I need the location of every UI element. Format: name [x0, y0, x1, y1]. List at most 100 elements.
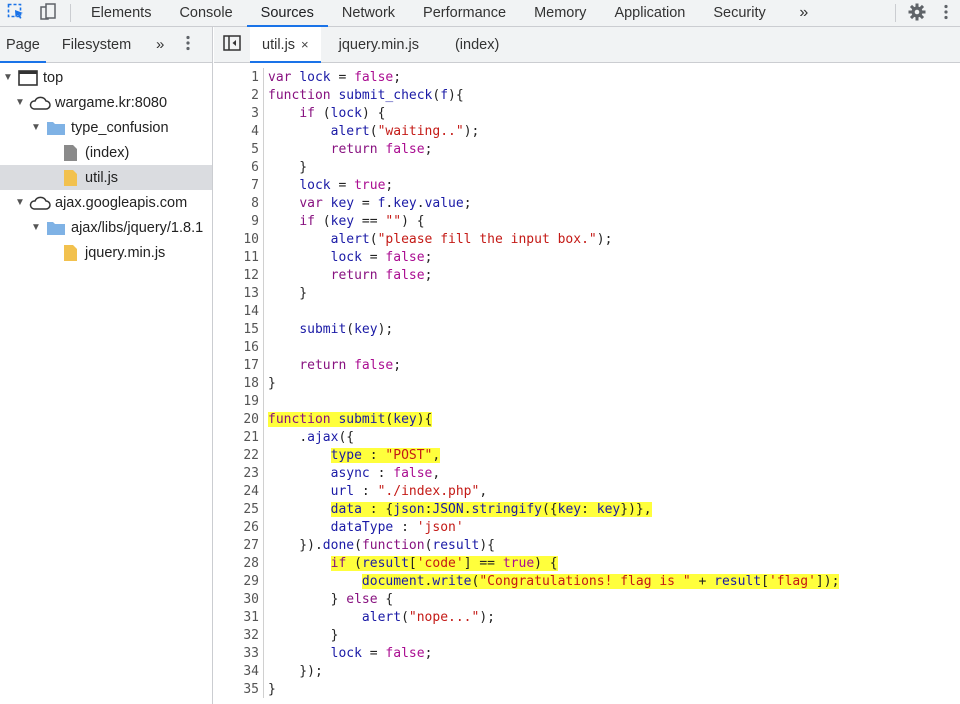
code-line[interactable]: 10 alert("please fill the input box.");: [214, 230, 960, 248]
code-line[interactable]: 25 data : {json:JSON.stringify({key: key…: [214, 500, 960, 518]
line-number[interactable]: 10: [214, 232, 263, 247]
tab-network[interactable]: Network: [328, 0, 409, 26]
code-line[interactable]: 16: [214, 338, 960, 356]
code-line[interactable]: 30 } else {: [214, 590, 960, 608]
line-number[interactable]: 27: [214, 538, 263, 553]
code-line[interactable]: 8 var key = f.key.value;: [214, 194, 960, 212]
line-number[interactable]: 34: [214, 664, 263, 679]
line-number[interactable]: 24: [214, 484, 263, 499]
code-line[interactable]: 22 type : "POST",: [214, 446, 960, 464]
line-number[interactable]: 19: [214, 394, 263, 409]
tab-filesystem[interactable]: Filesystem: [56, 27, 137, 62]
tab-console[interactable]: Console: [165, 0, 246, 26]
expand-arrow-icon[interactable]: ▼: [14, 97, 26, 108]
more-tabs-button[interactable]: »: [786, 0, 822, 26]
line-number[interactable]: 22: [214, 448, 263, 463]
code-line[interactable]: 27 }).done(function(result){: [214, 536, 960, 554]
code-line[interactable]: 7 lock = true;: [214, 176, 960, 194]
code-line[interactable]: 1 var lock = false;: [214, 68, 960, 86]
device-toolbar-button[interactable]: [32, 0, 64, 26]
code-line[interactable]: 29 document.write("Congratulations! flag…: [214, 572, 960, 590]
settings-button[interactable]: [902, 0, 932, 26]
line-number[interactable]: 5: [214, 142, 263, 157]
editor-tab-util-js[interactable]: util.js ×: [250, 27, 321, 63]
line-number[interactable]: 9: [214, 214, 263, 229]
line-number[interactable]: 11: [214, 250, 263, 265]
code-line[interactable]: 11 lock = false;: [214, 248, 960, 266]
code-line[interactable]: 26 dataType : 'json': [214, 518, 960, 536]
expand-arrow-icon[interactable]: ▼: [2, 72, 14, 83]
line-number[interactable]: 20: [214, 412, 263, 427]
line-number[interactable]: 15: [214, 322, 263, 337]
line-number[interactable]: 31: [214, 610, 263, 625]
line-number[interactable]: 33: [214, 646, 263, 661]
code-line[interactable]: 21 .ajax({: [214, 428, 960, 446]
line-number[interactable]: 6: [214, 160, 263, 175]
tree-item-index[interactable]: (index): [0, 140, 212, 165]
code-line[interactable]: 33 lock = false;: [214, 644, 960, 662]
code-line[interactable]: 23 async : false,: [214, 464, 960, 482]
code-line[interactable]: 32 }: [214, 626, 960, 644]
editor-tab-jquery-min[interactable]: jquery.min.js: [321, 27, 431, 62]
more-navigator-tabs-button[interactable]: »: [145, 27, 175, 62]
code-line[interactable]: 34 });: [214, 662, 960, 680]
customize-menu-button[interactable]: [932, 0, 960, 26]
line-number[interactable]: 7: [214, 178, 263, 193]
tree-item-top[interactable]: ▼ top: [0, 65, 212, 90]
line-number[interactable]: 29: [214, 574, 263, 589]
line-number[interactable]: 14: [214, 304, 263, 319]
code-line[interactable]: 3 if (lock) {: [214, 104, 960, 122]
toggle-navigator-button[interactable]: [214, 27, 250, 62]
line-number[interactable]: 30: [214, 592, 263, 607]
code-line[interactable]: 9 if (key == "") {: [214, 212, 960, 230]
code-line[interactable]: 28 if (result['code'] == true) {: [214, 554, 960, 572]
code-line[interactable]: 5 return false;: [214, 140, 960, 158]
line-number[interactable]: 35: [214, 682, 263, 697]
tab-performance[interactable]: Performance: [409, 0, 520, 26]
editor-tab-index[interactable]: (index): [431, 27, 511, 62]
line-number[interactable]: 32: [214, 628, 263, 643]
code-line[interactable]: 15 submit(key);: [214, 320, 960, 338]
line-number[interactable]: 25: [214, 502, 263, 517]
tree-item-wargame[interactable]: ▼ wargame.kr:8080: [0, 90, 212, 115]
tab-memory[interactable]: Memory: [520, 0, 600, 26]
code-line[interactable]: 24 url : "./index.php",: [214, 482, 960, 500]
code-line[interactable]: 35}: [214, 680, 960, 698]
code-area[interactable]: 1 var lock = false; 2 function submit_check…: [214, 68, 960, 698]
expand-arrow-icon[interactable]: ▼: [14, 197, 26, 208]
inspect-element-button[interactable]: [0, 0, 32, 26]
line-number[interactable]: 4: [214, 124, 263, 139]
code-line[interactable]: 13 }: [214, 284, 960, 302]
expand-arrow-icon[interactable]: ▼: [30, 222, 42, 233]
code-line[interactable]: 6 }: [214, 158, 960, 176]
navigator-menu-button[interactable]: [175, 27, 201, 62]
tree-item-googleapis[interactable]: ▼ ajax.googleapis.com: [0, 190, 212, 215]
tab-security[interactable]: Security: [699, 0, 779, 26]
code-line[interactable]: 31 alert("nope...");: [214, 608, 960, 626]
tab-application[interactable]: Application: [600, 0, 699, 26]
line-number[interactable]: 13: [214, 286, 263, 301]
tree-item-jquery-lib[interactable]: ▼ ajax/libs/jquery/1.8.1: [0, 215, 212, 240]
code-line[interactable]: 20 function submit(key){: [214, 410, 960, 428]
line-number[interactable]: 16: [214, 340, 263, 355]
tab-page[interactable]: Page: [0, 27, 46, 63]
code-line[interactable]: 2 function submit_check(f){: [214, 86, 960, 104]
line-number[interactable]: 26: [214, 520, 263, 535]
line-number[interactable]: 8: [214, 196, 263, 211]
line-number[interactable]: 28: [214, 556, 263, 571]
line-number[interactable]: 18: [214, 376, 263, 391]
close-icon[interactable]: ×: [301, 37, 309, 52]
line-number[interactable]: 17: [214, 358, 263, 373]
line-number[interactable]: 23: [214, 466, 263, 481]
line-number[interactable]: 2: [214, 88, 263, 103]
line-number[interactable]: 12: [214, 268, 263, 283]
line-number[interactable]: 3: [214, 106, 263, 121]
code-line[interactable]: 14: [214, 302, 960, 320]
code-line[interactable]: 19: [214, 392, 960, 410]
code-line[interactable]: 18}: [214, 374, 960, 392]
tab-sources[interactable]: Sources: [246, 0, 329, 27]
tree-item-util-js[interactable]: util.js: [0, 165, 212, 190]
line-number[interactable]: 21: [214, 430, 263, 445]
tree-item-jquery-min[interactable]: jquery.min.js: [0, 240, 212, 265]
tree-item-type-confusion[interactable]: ▼ type_confusion: [0, 115, 212, 140]
